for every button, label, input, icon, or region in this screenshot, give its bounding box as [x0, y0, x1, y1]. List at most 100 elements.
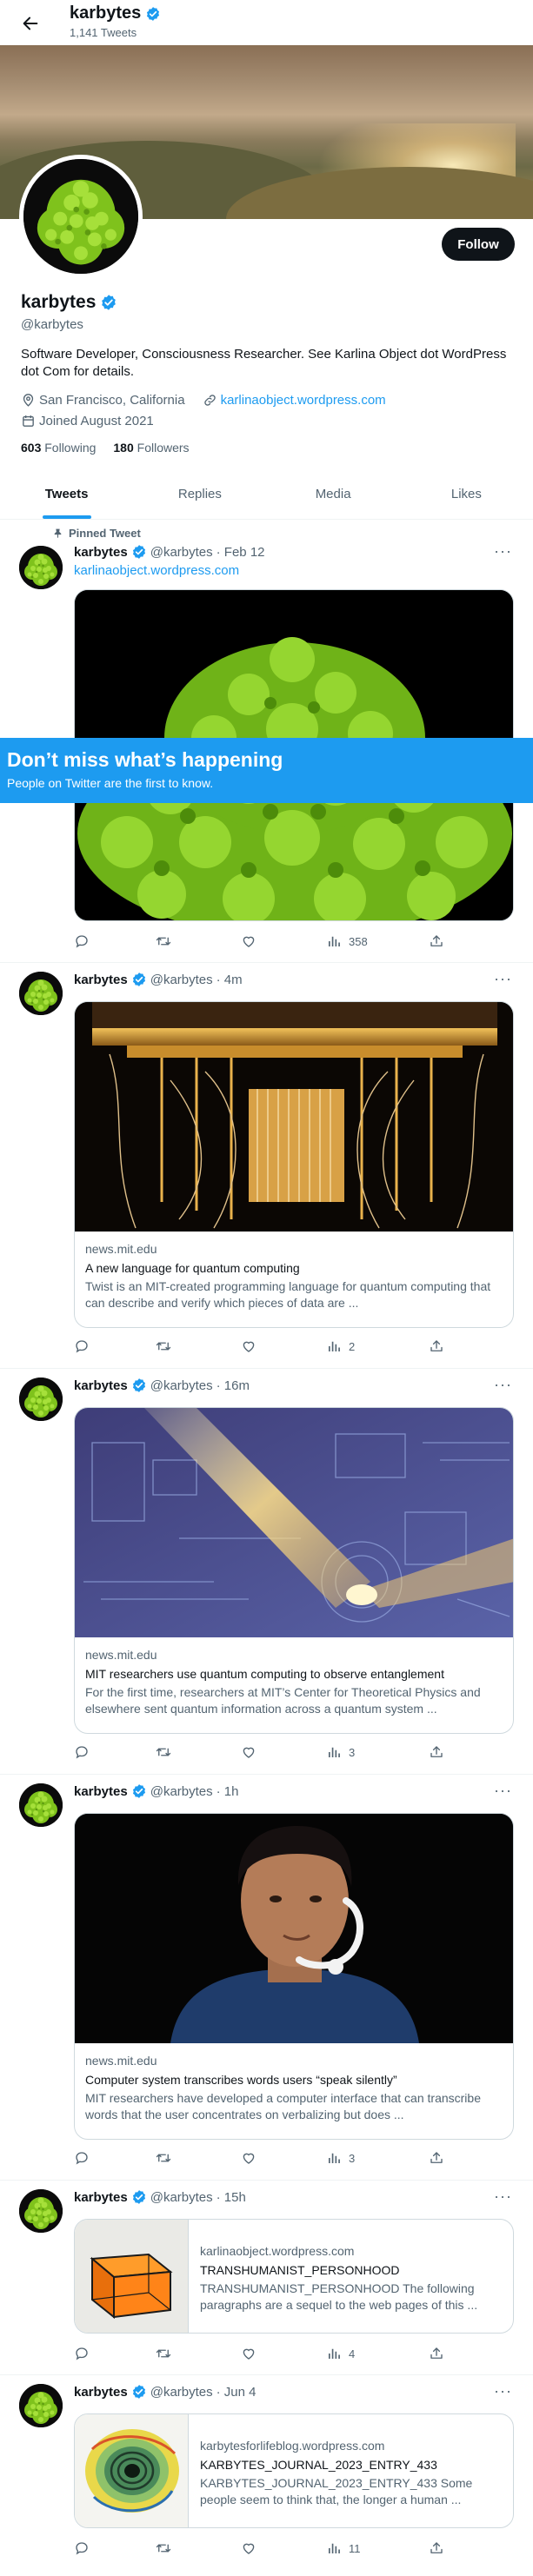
tweet-author-name[interactable]: karbytes	[74, 2385, 128, 2400]
tweet-author-name[interactable]: karbytes	[74, 1378, 128, 1393]
follow-button[interactable]: Follow	[442, 228, 515, 261]
link-card[interactable]: news.mit.edu MIT researchers use quantum…	[74, 1407, 514, 1734]
retweet-button[interactable]	[156, 933, 171, 949]
tweet-item[interactable]: karbytes @karbytes · 1h ··· news.mit.edu…	[0, 1775, 533, 2181]
like-button[interactable]	[241, 2540, 257, 2556]
tweet-avatar[interactable]	[19, 1378, 63, 1421]
share-button[interactable]	[429, 1338, 444, 1354]
views-button[interactable]: 3	[326, 2150, 355, 2166]
more-options-icon[interactable]: ···	[494, 2382, 512, 2400]
card-thumbnail	[75, 2220, 189, 2333]
tweet-author-name[interactable]: karbytes	[74, 973, 128, 987]
reply-button[interactable]	[74, 2346, 90, 2361]
views-button[interactable]: 358	[326, 933, 368, 949]
link-card[interactable]: news.mit.edu A new language for quantum …	[74, 1001, 514, 1328]
card-domain: karbytesforlifeblog.wordpress.com	[200, 2439, 385, 2453]
tweet-author-handle[interactable]: @karbytes	[150, 973, 213, 987]
profile-website-link[interactable]: karlinaobject.wordpress.com	[221, 393, 386, 408]
tweet-item[interactable]: karbytes @karbytes · Jun 4 ··· karbytesf…	[0, 2375, 533, 2576]
tweet-avatar[interactable]	[19, 2384, 63, 2427]
like-button[interactable]	[241, 1744, 257, 1760]
retweet-button[interactable]	[156, 2150, 171, 2166]
tweet-item[interactable]: karbytes @karbytes · 4m ··· news.mit.edu…	[0, 963, 533, 1369]
tweet-avatar[interactable]	[19, 972, 63, 1015]
like-button[interactable]	[241, 933, 257, 949]
tab-tweets[interactable]: Tweets	[0, 469, 133, 519]
tweet-author-name[interactable]: karbytes	[74, 545, 128, 560]
tab-likes[interactable]: Likes	[400, 469, 533, 519]
retweet-button[interactable]	[156, 2540, 171, 2556]
reply-button[interactable]	[74, 933, 90, 949]
more-options-icon[interactable]: ···	[494, 970, 512, 988]
tweet-avatar[interactable]	[19, 1783, 63, 1827]
more-options-icon[interactable]: ···	[494, 1782, 512, 1800]
card-image	[75, 1002, 513, 1232]
reply-button[interactable]	[74, 1744, 90, 1760]
profile-bio: Software Developer, Consciousness Resear…	[21, 347, 507, 379]
verified-badge-icon	[131, 2384, 147, 2400]
views-button[interactable]: 4	[326, 2346, 355, 2361]
romanesco-image	[19, 1378, 63, 1421]
views-button[interactable]: 2	[326, 1338, 355, 1354]
tweet-author-name[interactable]: karbytes	[74, 1784, 128, 1799]
tweet-author-handle[interactable]: @karbytes	[150, 1378, 213, 1393]
tweet-author-handle[interactable]: @karbytes	[150, 545, 213, 560]
link-card[interactable]: karbytesforlifeblog.wordpress.com KARBYT…	[74, 2413, 514, 2528]
tab-media[interactable]: Media	[267, 469, 400, 519]
tab-replies[interactable]: Replies	[133, 469, 266, 519]
share-button[interactable]	[429, 2540, 444, 2556]
tweet-actions: 3	[74, 1744, 491, 1765]
tweet-time[interactable]: · 16m	[217, 1378, 250, 1393]
tweet-time[interactable]: · 1h	[217, 1784, 239, 1799]
reply-button[interactable]	[74, 2150, 90, 2166]
tweet-avatar[interactable]	[19, 2189, 63, 2233]
tweet-time[interactable]: · 15h	[217, 2190, 246, 2205]
views-count: 3	[349, 2151, 356, 2165]
like-button[interactable]	[241, 2346, 257, 2361]
followers-count-link[interactable]: 180 Followers	[113, 441, 189, 455]
romanesco-image	[23, 159, 138, 274]
retweet-button[interactable]	[156, 1744, 171, 1760]
retweet-button[interactable]	[156, 2346, 171, 2361]
views-button[interactable]: 3	[326, 1744, 355, 1760]
share-button[interactable]	[429, 1744, 444, 1760]
retweet-button[interactable]	[156, 1338, 171, 1354]
following-count-link[interactable]: 603 Following	[21, 441, 96, 455]
views-button[interactable]: 11	[326, 2540, 361, 2556]
reply-button[interactable]	[74, 1338, 90, 1354]
more-options-icon[interactable]: ···	[494, 2188, 512, 2206]
back-button[interactable]	[19, 12, 42, 35]
tweet-avatar[interactable]	[19, 546, 63, 589]
like-button[interactable]	[241, 2150, 257, 2166]
views-icon	[326, 2540, 342, 2556]
login-promo-banner[interactable]: Don’t miss what’s happening People on Tw…	[0, 738, 533, 803]
reply-icon	[74, 1338, 90, 1354]
tweet-time[interactable]: · Jun 4	[217, 2385, 257, 2400]
calendar-icon	[23, 415, 34, 427]
card-description: Twist is an MIT-created programming lang…	[85, 1279, 491, 1310]
share-icon	[429, 933, 444, 949]
like-button[interactable]	[241, 1338, 257, 1354]
more-options-icon[interactable]: ···	[494, 542, 512, 561]
tweet-text-link[interactable]: karlinaobject.wordpress.com	[74, 563, 239, 578]
reply-icon	[74, 2540, 90, 2556]
share-button[interactable]	[429, 2150, 444, 2166]
link-card[interactable]: news.mit.edu Computer system transcribes…	[74, 1813, 514, 2140]
share-button[interactable]	[429, 2346, 444, 2361]
tweet-author-handle[interactable]: @karbytes	[150, 2385, 213, 2400]
reply-button[interactable]	[74, 2540, 90, 2556]
views-count: 3	[349, 1745, 356, 1759]
tweet-item[interactable]: karbytes @karbytes · 15h ··· karlinaobje…	[0, 2181, 533, 2375]
tweet-time[interactable]: · Feb 12	[217, 545, 265, 560]
tweet-item[interactable]: karbytes @karbytes · 16m ··· news.mit.ed…	[0, 1369, 533, 1775]
tweet-author-name[interactable]: karbytes	[74, 2190, 128, 2205]
profile-avatar[interactable]	[19, 155, 143, 278]
verified-badge-icon[interactable]	[100, 294, 117, 311]
views-icon	[326, 1338, 342, 1354]
more-options-icon[interactable]: ···	[494, 1376, 512, 1394]
link-card[interactable]: karlinaobject.wordpress.com TRANSHUMANIS…	[74, 2219, 514, 2334]
share-button[interactable]	[429, 933, 444, 949]
tweet-author-handle[interactable]: @karbytes	[150, 1784, 213, 1799]
tweet-time[interactable]: · 4m	[217, 973, 243, 987]
tweet-author-handle[interactable]: @karbytes	[150, 2190, 213, 2205]
